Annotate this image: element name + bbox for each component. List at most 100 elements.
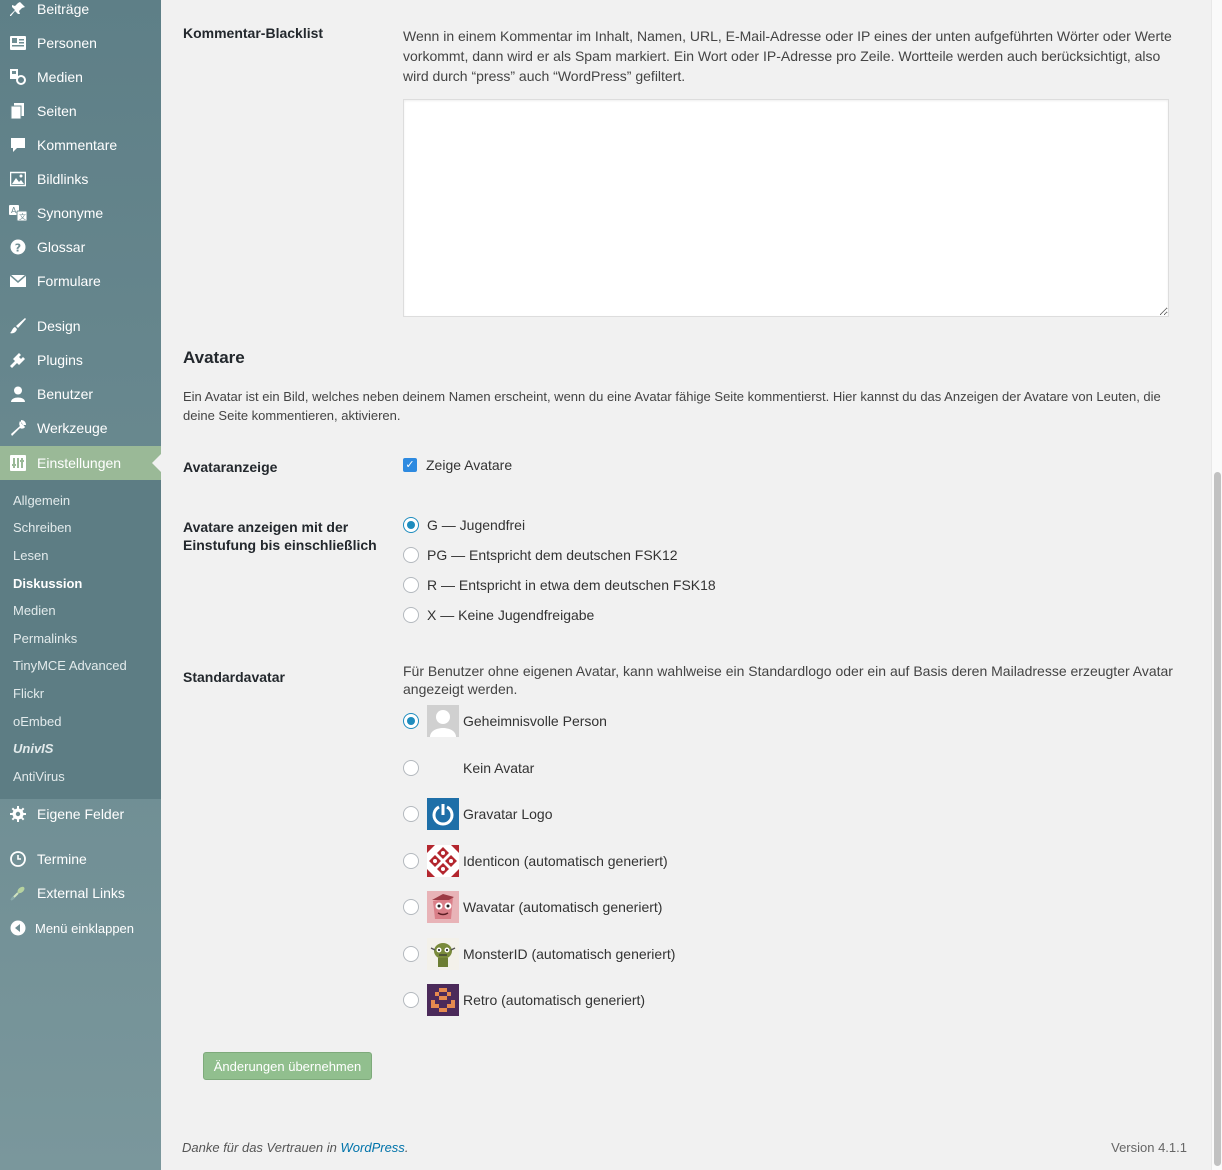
menu-item-termine[interactable]: Termine (0, 842, 161, 876)
radio-button (403, 946, 419, 962)
menu-item-formulare[interactable]: Formulare (0, 264, 161, 298)
menu-item-external-links[interactable]: External Links (0, 876, 161, 910)
footer-thanks: Danke für das Vertrauen in WordPress. (182, 1140, 408, 1155)
rating-radio-pg[interactable]: PG — Entspricht dem deutschen FSK12 (403, 547, 678, 563)
rating-label: R — Entspricht in etwa dem deutschen FSK… (427, 577, 716, 593)
submenu-diskussion[interactable]: Diskussion (13, 576, 82, 591)
brush-icon (9, 317, 27, 335)
svg-text:A: A (11, 206, 17, 215)
menu-label: Plugins (37, 352, 83, 368)
pin-icon (9, 0, 27, 18)
default-avatar-monsterid[interactable]: MonsterID (automatisch generiert) (403, 938, 675, 970)
menu-item-glossar[interactable]: ? Glossar (0, 230, 161, 264)
default-avatar-gravatar[interactable]: Gravatar Logo (403, 798, 553, 830)
menu-item-medien[interactable]: Medien (0, 60, 161, 94)
menu-item-synonyme[interactable]: A文 Synonyme (0, 196, 161, 230)
page-scrollbar[interactable] (1211, 0, 1222, 1170)
submenu-tinymce-advanced[interactable]: TinyMCE Advanced (13, 658, 127, 673)
identicon-avatar (427, 845, 459, 877)
rating-radio-r[interactable]: R — Entspricht in etwa dem deutschen FSK… (403, 577, 716, 593)
radio-button (403, 806, 419, 822)
menu-item-benutzer[interactable]: Benutzer (0, 377, 161, 411)
radio-button (403, 899, 419, 915)
translate-icon: A文 (9, 204, 27, 222)
save-changes-button[interactable]: Änderungen übernehmen (203, 1052, 372, 1080)
rating-radio-x[interactable]: X — Keine Jugendfreigabe (403, 607, 594, 623)
menu-label: Medien (37, 69, 83, 85)
submenu-allgemein[interactable]: Allgemein (13, 493, 70, 508)
menu-item-plugins[interactable]: Plugins (0, 343, 161, 377)
submenu-medien[interactable]: Medien (13, 603, 56, 618)
comment-icon (9, 136, 27, 154)
menu-item-personen[interactable]: Personen (0, 26, 161, 60)
menu-label: Formulare (37, 273, 101, 289)
avatars-intro: Ein Avatar ist ein Bild, welches neben d… (183, 389, 1161, 423)
settings-icon (9, 454, 27, 472)
submenu-permalinks[interactable]: Permalinks (13, 631, 77, 646)
submenu-lesen[interactable]: Lesen (13, 548, 48, 563)
submenu-univis[interactable]: UnivIS (13, 741, 53, 756)
menu-label: Menü einklappen (35, 920, 135, 936)
collapse-menu-button[interactable]: Menü einklappen (0, 911, 161, 945)
image-icon (9, 170, 27, 188)
avatar-option-label: Retro (automatisch generiert) (463, 992, 646, 1008)
show-avatars-checkbox[interactable]: ✓ Zeige Avatare (403, 457, 512, 473)
wrench-icon (9, 419, 27, 437)
menu-label: Glossar (37, 239, 86, 255)
wavatar-avatar (427, 891, 459, 923)
menu-label: Werkzeuge (37, 420, 108, 436)
radio-button (403, 547, 419, 563)
menu-label: Design (37, 318, 81, 334)
menu-label: Synonyme (37, 205, 104, 221)
user-icon (9, 385, 27, 403)
blacklist-label: Kommentar-Blacklist (183, 25, 324, 41)
scrollbar-thumb[interactable] (1214, 472, 1221, 1166)
radio-button (403, 760, 419, 776)
media-icon (9, 68, 27, 86)
mail-icon (9, 272, 27, 290)
avatar-option-label: Wavatar (automatisch generiert) (463, 899, 663, 915)
radio-button (403, 517, 419, 533)
menu-item-seiten[interactable]: Seiten (0, 94, 161, 128)
rating-radio-g[interactable]: G — Jugendfrei (403, 517, 525, 533)
menu-item-kommentare[interactable]: Kommentare (0, 128, 161, 162)
menu-label: Termine (37, 851, 87, 867)
avatar-option-label: MonsterID (automatisch generiert) (463, 946, 676, 962)
menu-label: Beiträge (37, 1, 90, 17)
wordpress-link[interactable]: WordPress (341, 1140, 405, 1155)
submenu-oembed[interactable]: oEmbed (13, 714, 61, 729)
avatar-display-label: Avataranzeige (183, 459, 278, 475)
menu-label: External Links (37, 885, 125, 901)
default-avatar-mystery[interactable]: Geheimnisvolle Person (403, 705, 607, 737)
show-avatars-label: Zeige Avatare (426, 457, 513, 473)
menu-item-design[interactable]: Design (0, 309, 161, 343)
menu-item-eigene-felder[interactable]: Eigene Felder (0, 797, 161, 831)
avatar-option-label: Geheimnisvolle Person (463, 713, 607, 729)
submenu-antivirus[interactable]: AntiVirus (13, 769, 65, 784)
default-avatar-wavatar[interactable]: Wavatar (automatisch generiert) (403, 891, 662, 923)
admin-sidebar: Beiträge Personen Medien Seiten Kommenta… (0, 0, 161, 1170)
pages-icon (9, 102, 27, 120)
menu-item-bildlinks[interactable]: Bildlinks (0, 162, 161, 196)
submenu-flickr[interactable]: Flickr (13, 686, 44, 701)
avatars-section-title: Avatare (183, 348, 245, 367)
radio-button (403, 853, 419, 869)
radio-button (403, 607, 419, 623)
menu-item-werkzeuge[interactable]: Werkzeuge (0, 411, 161, 445)
gravatar-logo-avatar (427, 798, 459, 830)
default-avatar-identicon[interactable]: Identicon (automatisch generiert) (403, 845, 668, 877)
menu-item-einstellungen[interactable]: Einstellungen (0, 446, 161, 480)
radio-button (403, 577, 419, 593)
default-avatar-retro[interactable]: Retro (automatisch generiert) (403, 984, 645, 1016)
avatar-option-label: Identicon (automatisch generiert) (463, 853, 668, 869)
rating-label: PG — Entspricht dem deutschen FSK12 (427, 547, 678, 563)
menu-label: Kommentare (37, 137, 118, 153)
menu-label: Eigene Felder (37, 806, 125, 822)
blacklist-textarea[interactable] (403, 99, 1169, 317)
menu-item-beitraege[interactable]: Beiträge (0, 0, 161, 26)
checkmark-icon: ✓ (403, 458, 417, 472)
submenu-schreiben[interactable]: Schreiben (13, 520, 72, 535)
default-avatar-none[interactable]: Kein Avatar (403, 752, 534, 784)
menu-label: Bildlinks (37, 171, 89, 187)
clock-icon (9, 850, 27, 868)
